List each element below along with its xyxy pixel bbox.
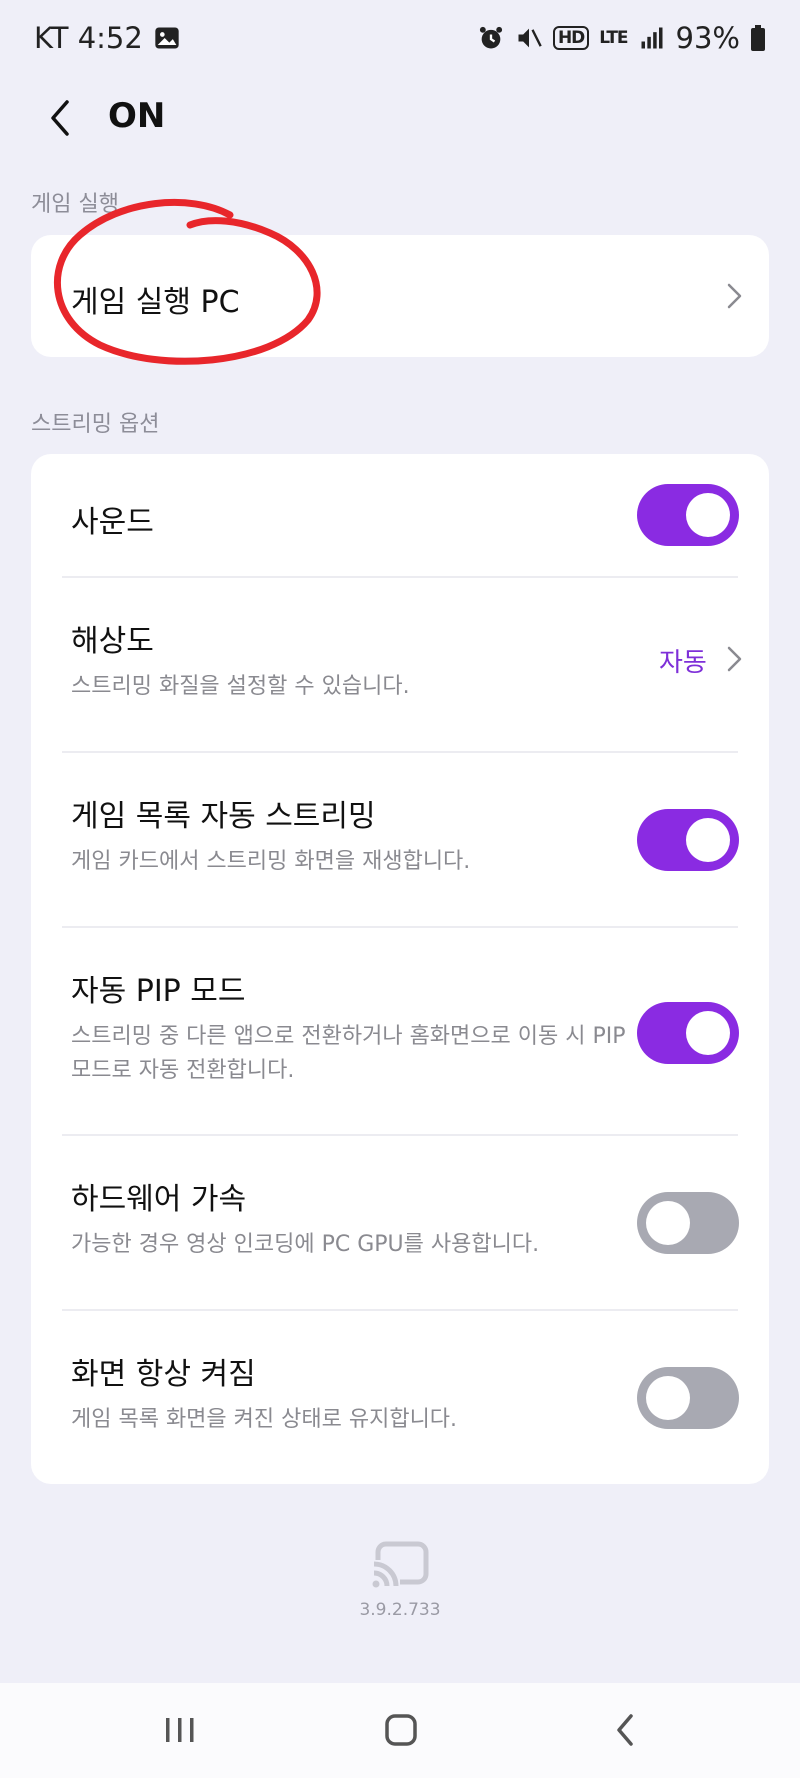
streaming-options-card: 사운드 해상도 스트리밍 화질을 설정할 수 있습니다. 자동 게임 목록 자동… (31, 454, 769, 1484)
nav-back-icon (617, 1714, 633, 1746)
sound-label: 사운드 (71, 505, 154, 540)
back-arrow-icon (51, 100, 69, 136)
recent-apps-icon (166, 1718, 194, 1742)
recent-apps-button[interactable] (150, 1705, 210, 1755)
toggle-knob (646, 1201, 690, 1245)
resolution-value: 자동 (659, 648, 707, 678)
game-launch-pc-row[interactable]: 게임 실행 PC (31, 235, 769, 357)
auto-streaming-row: 게임 목록 자동 스트리밍 게임 카드에서 스트리밍 화면을 재생합니다. (31, 753, 769, 927)
screen-always-on-description: 게임 목록 화면을 켜진 상태로 유지합니다. (71, 1407, 458, 1432)
resolution-label: 해상도 (71, 624, 154, 659)
cast-icon (370, 1541, 429, 1590)
home-button[interactable] (371, 1705, 431, 1755)
settings-screen: KT 4:52 HD LTE 93% ON 게임 실행 게임 실행 PC 스트리… (0, 0, 800, 1778)
auto-pip-description-line2: 모드로 자동 전환합니다. (71, 1058, 295, 1083)
alarm-icon (479, 26, 503, 49)
hardware-acceleration-toggle[interactable] (637, 1192, 739, 1254)
system-nav-bar (0, 1683, 800, 1778)
toggle-knob (646, 1376, 690, 1420)
app-header: ON (0, 80, 800, 158)
signal-icon (641, 27, 663, 49)
section-label-game-launch: 게임 실행 (31, 192, 119, 217)
hardware-acceleration-row: 하드웨어 가속 가능한 경우 영상 인코딩에 PC GPU를 사용합니다. (31, 1136, 769, 1310)
game-launch-card: 게임 실행 PC (31, 235, 769, 357)
back-button[interactable] (30, 88, 90, 148)
auto-streaming-toggle[interactable] (637, 809, 739, 871)
auto-pip-description-line1: 스트리밍 중 다른 앱으로 전환하거나 홈화면으로 이동 시 PIP (71, 1024, 626, 1049)
nav-back-button[interactable] (596, 1705, 656, 1755)
resolution-description: 스트리밍 화질을 설정할 수 있습니다. (71, 674, 410, 699)
auto-streaming-label: 게임 목록 자동 스트리밍 (71, 799, 376, 834)
auto-pip-toggle[interactable] (637, 1002, 739, 1064)
lte-icon: LTE (599, 28, 628, 48)
carrier-time: KT 4:52 (34, 21, 143, 55)
sound-row: 사운드 (31, 454, 769, 576)
battery-icon (751, 25, 765, 51)
hd-voice-icon: HD (552, 26, 590, 50)
page-title: ON (108, 96, 166, 136)
auto-pip-row: 자동 PIP 모드 스트리밍 중 다른 앱으로 전환하거나 홈화면으로 이동 시… (31, 928, 769, 1136)
sound-toggle[interactable] (637, 484, 739, 546)
section-label-streaming-options: 스트리밍 옵션 (31, 412, 160, 437)
hardware-acceleration-description: 가능한 경우 영상 인코딩에 PC GPU를 사용합니다. (71, 1232, 540, 1257)
home-icon (385, 1714, 417, 1746)
battery-percent: 93% (675, 21, 740, 55)
chevron-right-icon (727, 283, 742, 309)
auto-streaming-description: 게임 카드에서 스트리밍 화면을 재생합니다. (71, 849, 471, 874)
screen-always-on-row: 화면 항상 켜짐 게임 목록 화면을 켜진 상태로 유지합니다. (31, 1311, 769, 1484)
toggle-knob (686, 818, 730, 862)
chevron-right-icon (727, 646, 742, 672)
mute-icon (518, 28, 542, 48)
hardware-acceleration-label: 하드웨어 가속 (71, 1182, 247, 1217)
status-bar: KT 4:52 HD LTE 93% (0, 0, 800, 76)
toggle-knob (686, 1011, 730, 1055)
auto-pip-label: 자동 PIP 모드 (71, 974, 246, 1009)
screen-always-on-label: 화면 항상 켜짐 (71, 1357, 256, 1392)
toggle-knob (686, 493, 730, 537)
resolution-row[interactable]: 해상도 스트리밍 화질을 설정할 수 있습니다. 자동 (31, 578, 769, 752)
app-version: 3.9.2.733 (359, 1600, 441, 1620)
game-launch-pc-label: 게임 실행 PC (71, 285, 240, 320)
gallery-icon (155, 27, 179, 49)
screen-always-on-toggle[interactable] (637, 1367, 739, 1429)
